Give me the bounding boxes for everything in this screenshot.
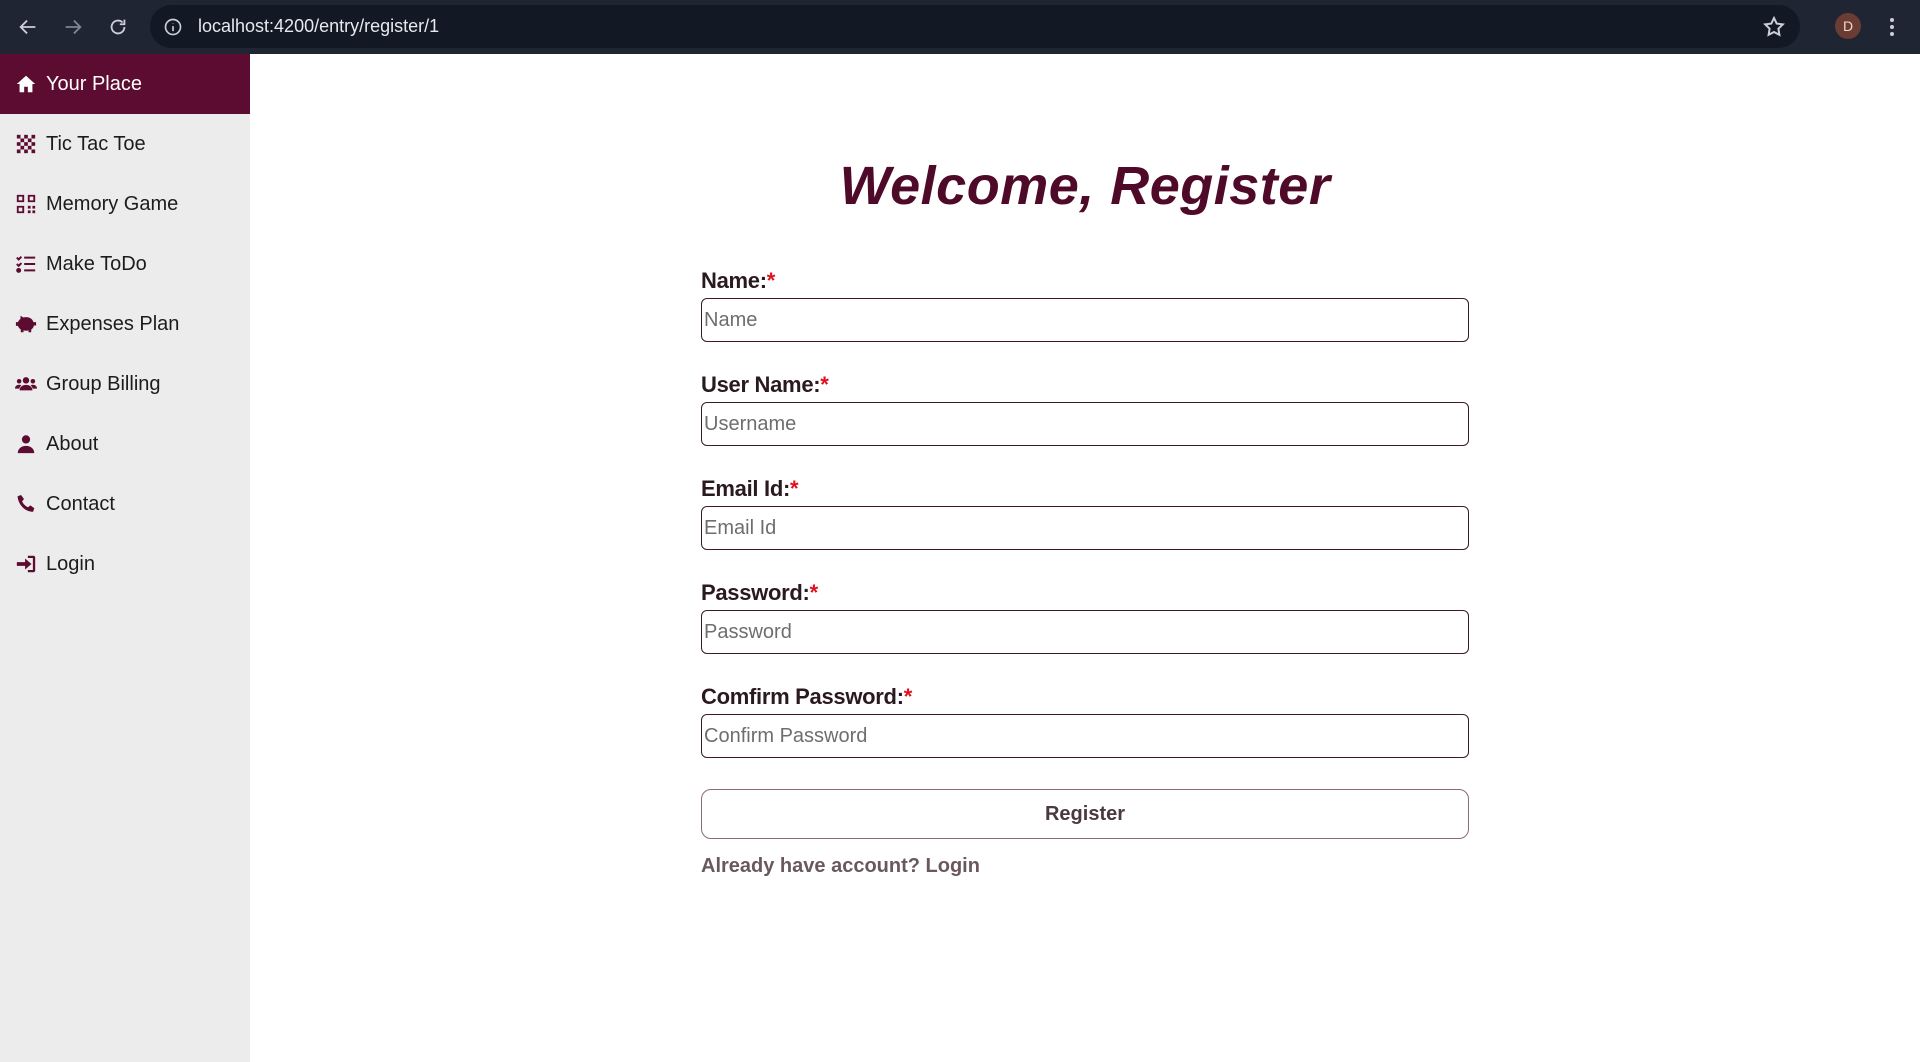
url-text: localhost:4200/entry/register/1 <box>198 16 440 36</box>
sidebar-item-label: Group Billing <box>46 372 161 395</box>
email-input[interactable] <box>701 506 1469 550</box>
sidebar-item-contact[interactable]: Contact <box>0 474 250 534</box>
confirm-password-input[interactable] <box>701 714 1469 758</box>
email-label: Email Id:* <box>701 476 799 501</box>
main-content: Welcome, Register Name:* User Name:* Ema… <box>250 54 1920 1062</box>
back-button[interactable] <box>10 9 46 45</box>
register-form: Name:* User Name:* Email Id:* Password:*… <box>701 267 1469 878</box>
sidebar-item-group-billing[interactable]: Group Billing <box>0 354 250 414</box>
sidebar-item-label: Memory Game <box>46 192 179 215</box>
arrow-right-icon <box>65 19 82 35</box>
name-input[interactable] <box>701 298 1469 342</box>
password-field-group: Password:* <box>701 579 1469 654</box>
sidebar-item-label: Tic Tac Toe <box>46 132 146 155</box>
phone-icon <box>14 492 38 516</box>
sign-in-icon <box>14 552 38 576</box>
arrow-left-icon <box>19 19 36 35</box>
sidebar-item-expenses-plan[interactable]: Expenses Plan <box>0 294 250 354</box>
piggy-bank-icon <box>14 312 38 336</box>
profile-avatar[interactable]: D <box>1835 13 1861 39</box>
confirm-password-field-group: Comfirm Password:* <box>701 683 1469 758</box>
sidebar-item-label: Contact <box>46 492 115 515</box>
username-label: User Name:* <box>701 372 829 397</box>
required-marker: * <box>790 476 799 501</box>
sidebar-item-make-todo[interactable]: Make ToDo <box>0 234 250 294</box>
bookmark-star-icon[interactable] <box>1762 15 1786 39</box>
email-field-group: Email Id:* <box>701 475 1469 550</box>
home-icon <box>14 72 38 96</box>
site-info-icon[interactable] <box>162 16 184 38</box>
sidebar-item-label: About <box>46 432 99 455</box>
user-icon <box>14 432 38 456</box>
username-input[interactable] <box>701 402 1469 446</box>
name-field-group: Name:* <box>701 267 1469 342</box>
sidebar-item-label: Expenses Plan <box>46 312 180 335</box>
users-icon <box>14 372 38 396</box>
password-label: Password:* <box>701 580 819 605</box>
page-title: Welcome, Register <box>839 156 1331 216</box>
forward-button[interactable] <box>55 9 91 45</box>
sidebar-item-label: Your Place <box>46 72 142 95</box>
sidebar-item-label: Make ToDo <box>46 252 147 275</box>
checklist-icon <box>14 252 38 276</box>
reload-icon <box>110 19 126 35</box>
required-marker: * <box>820 372 829 397</box>
login-link[interactable]: Already have account? Login <box>701 855 980 878</box>
browser-menu-icon[interactable] <box>1880 12 1904 42</box>
required-marker: * <box>809 580 819 605</box>
required-marker: * <box>766 268 776 293</box>
reload-button[interactable] <box>100 9 136 45</box>
sidebar-item-about[interactable]: About <box>0 414 250 474</box>
address-bar[interactable]: localhost:4200/entry/register/1 <box>150 5 1800 48</box>
checkerboard-icon <box>14 132 38 156</box>
confirm-password-label: Comfirm Password:* <box>701 684 913 709</box>
sidebar-item-login[interactable]: Login <box>0 534 250 594</box>
required-marker: * <box>903 684 913 709</box>
sidebar-item-label: Login <box>46 552 95 575</box>
password-input[interactable] <box>701 610 1469 654</box>
username-field-group: User Name:* <box>701 371 1469 446</box>
qrcode-icon <box>14 192 38 216</box>
sidebar-item-your-place[interactable]: Your Place <box>0 54 250 114</box>
name-label: Name:* <box>701 268 776 293</box>
sidebar-item-memory-game[interactable]: Memory Game <box>0 174 250 234</box>
sidebar: Your Place Tic Tac Toe Memory Game Make … <box>0 54 250 1062</box>
browser-toolbar: localhost:4200/entry/register/1 D <box>0 0 1920 54</box>
sidebar-item-tic-tac-toe[interactable]: Tic Tac Toe <box>0 114 250 174</box>
register-button[interactable]: Register <box>701 789 1469 839</box>
